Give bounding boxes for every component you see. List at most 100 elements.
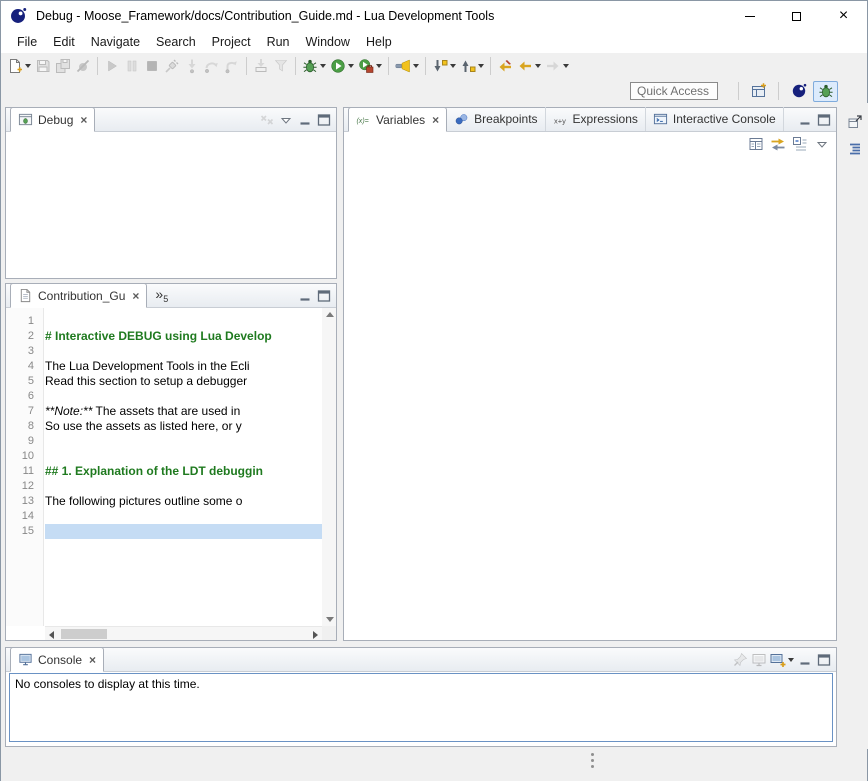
- code-line[interactable]: [45, 344, 322, 359]
- variables-content[interactable]: [344, 156, 836, 640]
- code-line[interactable]: So use the assets as listed here, or y: [45, 419, 322, 434]
- maximize-button[interactable]: [315, 286, 333, 306]
- editor-vertical-scrollbar[interactable]: [322, 308, 336, 626]
- sash-vertical[interactable]: [337, 107, 343, 641]
- scrollbar-thumb[interactable]: [61, 629, 107, 639]
- code-line[interactable]: [45, 434, 322, 449]
- external-tools-button-dropdown[interactable]: [376, 64, 382, 68]
- maximize-button[interactable]: [815, 110, 833, 130]
- last-edit-location-button[interactable]: [495, 55, 515, 77]
- tab-breakpoints[interactable]: Breakpoints: [447, 107, 545, 131]
- editor-tab-overflow[interactable]: » 5: [155, 288, 168, 304]
- view-menu-button[interactable]: [812, 133, 832, 155]
- search-button-dropdown[interactable]: [413, 64, 419, 68]
- code-line[interactable]: [45, 389, 322, 404]
- debug-view-content[interactable]: [6, 132, 336, 278]
- scroll-down-arrow[interactable]: [326, 617, 334, 622]
- menu-edit[interactable]: Edit: [45, 33, 83, 51]
- view-menu-button[interactable]: [277, 110, 295, 130]
- code-line[interactable]: The Lua Development Tools in the Ecli: [45, 359, 322, 374]
- run-button[interactable]: [328, 55, 356, 77]
- debug-view-header: Debug ×: [6, 108, 336, 132]
- back-button[interactable]: [515, 55, 543, 77]
- new-wizard-button-dropdown[interactable]: [25, 64, 31, 68]
- previous-annotation-button-dropdown[interactable]: [478, 64, 484, 68]
- tab-debug[interactable]: Debug ×: [10, 107, 95, 132]
- scroll-right-arrow[interactable]: [313, 631, 318, 639]
- external-tools-button[interactable]: [356, 55, 384, 77]
- open-console-button-dropdown[interactable]: [788, 658, 794, 662]
- next-annotation-button[interactable]: [430, 55, 458, 77]
- run-button-dropdown[interactable]: [348, 64, 354, 68]
- minimize-button[interactable]: [796, 110, 814, 130]
- tab-interactive-console[interactable]: Interactive Console: [646, 107, 784, 131]
- debug-button-dropdown[interactable]: [320, 64, 326, 68]
- menu-window[interactable]: Window: [298, 33, 358, 51]
- editor-code[interactable]: # Interactive DEBUG using Lua Develop The…: [45, 308, 322, 626]
- tab-console[interactable]: Console ×: [10, 647, 104, 672]
- minimize-button[interactable]: [296, 110, 314, 130]
- code-line[interactable]: [45, 524, 322, 539]
- code-line[interactable]: **Note:** The assets that are used in: [45, 404, 322, 419]
- show-type-names-button[interactable]: [746, 133, 766, 155]
- maximize-button[interactable]: [815, 650, 833, 670]
- close-tab-icon[interactable]: ×: [432, 113, 439, 127]
- viewmenu-icon: [814, 136, 830, 152]
- droptoframe-icon: [253, 58, 269, 74]
- drag-handle[interactable]: [591, 753, 596, 771]
- code-line[interactable]: [45, 314, 322, 329]
- code-line[interactable]: The following pictures outline some o: [45, 494, 322, 509]
- menu-help[interactable]: Help: [358, 33, 400, 51]
- maximize-icon: [816, 652, 832, 668]
- code-line[interactable]: Read this section to setup a debugger: [45, 374, 322, 389]
- open-perspective-button[interactable]: [746, 81, 771, 102]
- menu-file[interactable]: File: [9, 33, 45, 51]
- quick-access-box[interactable]: Quick Access: [630, 82, 718, 100]
- restoreview-icon: [847, 114, 863, 130]
- maximize-window-button[interactable]: [773, 1, 820, 31]
- editor-horizontal-scrollbar[interactable]: [45, 626, 322, 640]
- sash-console[interactable]: [5, 641, 837, 647]
- close-tab-icon[interactable]: ×: [89, 653, 96, 667]
- maximize-button[interactable]: [315, 110, 333, 130]
- menu-project[interactable]: Project: [204, 33, 259, 51]
- tab-contribution-guide[interactable]: Contribution_Gu ×: [10, 283, 147, 308]
- step-over-button: [202, 55, 222, 77]
- back-button-dropdown[interactable]: [535, 64, 541, 68]
- new-wizard-button[interactable]: [5, 55, 33, 77]
- open-perspective-icon: [751, 83, 767, 99]
- stepreturn-icon: [224, 58, 240, 74]
- minimize-window-button[interactable]: [726, 1, 773, 31]
- minimized-outline-view-button[interactable]: [845, 138, 865, 160]
- tab-expressions[interactable]: Expressions: [546, 107, 646, 131]
- close-tab-icon[interactable]: ×: [132, 289, 139, 303]
- perspective-switcher: [785, 81, 839, 102]
- search-button[interactable]: [393, 55, 421, 77]
- code-line[interactable]: # Interactive DEBUG using Lua Develop: [45, 329, 322, 344]
- collapse-all-button[interactable]: [790, 133, 810, 155]
- minimize-button[interactable]: [796, 650, 814, 670]
- code-line[interactable]: ## 1. Explanation of the LDT debuggin: [45, 464, 322, 479]
- code-line[interactable]: [45, 479, 322, 494]
- debug-button[interactable]: [300, 55, 328, 77]
- show-logical-structure-button[interactable]: [768, 133, 788, 155]
- menu-search[interactable]: Search: [148, 33, 204, 51]
- lua-perspective-button[interactable]: [786, 81, 811, 102]
- console-content[interactable]: No consoles to display at this time.: [9, 673, 833, 742]
- menu-run[interactable]: Run: [259, 33, 298, 51]
- minimize-button[interactable]: [296, 286, 314, 306]
- next-annotation-button-dropdown[interactable]: [450, 64, 456, 68]
- close-window-button[interactable]: ×: [820, 1, 867, 31]
- code-line[interactable]: [45, 449, 322, 464]
- menu-navigate[interactable]: Navigate: [83, 33, 148, 51]
- restore-minimized-view-button[interactable]: [845, 111, 865, 133]
- editor-panel: Contribution_Gu × » 5 123456789101112131…: [5, 283, 337, 641]
- code-line[interactable]: [45, 509, 322, 524]
- scroll-up-arrow[interactable]: [326, 312, 334, 317]
- close-tab-icon[interactable]: ×: [80, 113, 87, 127]
- scroll-left-arrow[interactable]: [49, 631, 54, 639]
- open-console-button[interactable]: [769, 650, 795, 670]
- tab-variables[interactable]: Variables×: [348, 107, 447, 132]
- previous-annotation-button[interactable]: [458, 55, 486, 77]
- debug-perspective-button[interactable]: [813, 81, 838, 102]
